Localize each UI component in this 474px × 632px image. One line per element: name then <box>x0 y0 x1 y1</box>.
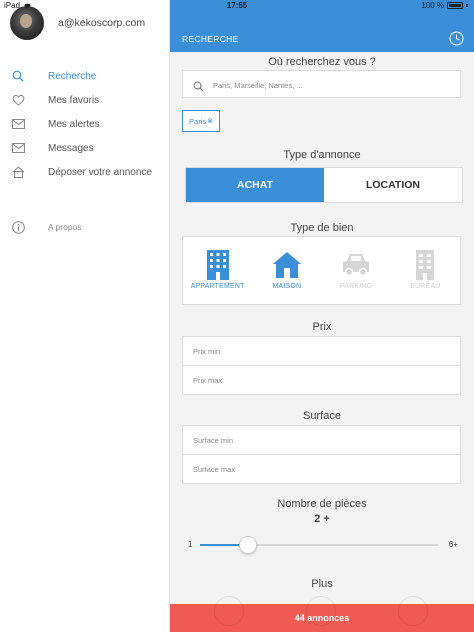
house-icon <box>11 165 25 179</box>
sidebar-item-recherche[interactable]: Recherche <box>0 64 170 88</box>
results-count: 44 annonces <box>294 613 350 623</box>
sidebar-item-label: Mes favoris <box>48 94 100 106</box>
plus-title: Plus <box>311 578 333 590</box>
building-icon <box>201 247 235 281</box>
user-email: a@kekoscorp.com <box>58 17 146 29</box>
slider-min-label: 1 <box>188 540 193 549</box>
pieces-value: 2 + <box>314 513 330 525</box>
annonce-type-segment: ACHAT LOCATION <box>185 167 463 203</box>
envelope-icon <box>11 141 25 155</box>
sidebar-item-favoris[interactable]: Mes favoris <box>0 88 170 112</box>
sidebar-item-about[interactable]: A propos <box>0 215 170 239</box>
annonce-achat-button[interactable]: ACHAT <box>186 168 324 202</box>
battery-tip <box>466 4 468 7</box>
location-search[interactable] <box>182 70 461 98</box>
sidebar: a@kekoscorp.com Recherche Mes favoris Me… <box>0 0 170 632</box>
search-icon <box>193 79 204 92</box>
pieces-slider[interactable]: 1 6+ <box>188 535 458 555</box>
page-title: RECHERCHE <box>182 34 239 44</box>
clock-icon[interactable] <box>449 31 464 46</box>
status-time: 17:55 <box>226 1 248 10</box>
results-button[interactable]: 44 annonces <box>170 596 474 632</box>
house-icon <box>270 247 304 281</box>
sidebar-item-messages[interactable]: Messages <box>0 136 170 160</box>
sidebar-item-label: Recherche <box>48 70 97 82</box>
bien-label: MAISON <box>272 283 302 290</box>
bien-label: BUREAU <box>410 283 441 290</box>
location-tag[interactable]: Paris ⊗ <box>182 110 220 132</box>
sidebar-item-label: Mes alertes <box>48 118 100 130</box>
surface-max-input[interactable] <box>183 455 460 483</box>
close-icon[interactable]: ⊗ <box>207 117 213 125</box>
status-right: 100 % <box>421 1 468 10</box>
slider-thumb[interactable] <box>238 536 257 554</box>
search-input[interactable] <box>213 76 453 94</box>
battery-level: 100 % <box>421 1 444 10</box>
bien-label: APPARTEMENT <box>190 283 245 290</box>
status-bar: iPad 17:55 100 % <box>0 0 474 12</box>
heart-icon <box>11 93 25 107</box>
surface-title: Surface <box>303 410 341 422</box>
surface-fields <box>182 425 461 484</box>
battery-icon <box>447 2 463 9</box>
surface-min-input[interactable] <box>183 426 460 454</box>
search-title: Où recherchez vous ? <box>268 56 376 68</box>
slider-track[interactable] <box>200 536 438 554</box>
annonce-location-button[interactable]: LOCATION <box>324 168 462 202</box>
bien-maison[interactable]: MAISON <box>252 237 321 304</box>
clock-icon <box>214 596 244 626</box>
sidebar-menu: Recherche Mes favoris Mes alertes Messag… <box>0 64 170 184</box>
bien-bureau[interactable]: BUREAU <box>391 237 460 304</box>
search-icon <box>11 69 25 83</box>
sidebar-item-label: Messages <box>48 142 94 154</box>
pieces-title: Nombre de pièces <box>277 498 367 510</box>
office-icon <box>408 247 442 281</box>
main-panel: RECHERCHE Où recherchez vous ? Paris ⊗ T… <box>170 0 474 632</box>
envelope-icon <box>11 117 25 131</box>
sidebar-item-alertes[interactable]: Mes alertes <box>0 112 170 136</box>
prix-min-input[interactable] <box>183 337 460 365</box>
annonce-title: Type d'annonce <box>283 149 361 161</box>
about-label: A propos <box>48 222 82 232</box>
info-icon <box>11 220 25 234</box>
prix-max-input[interactable] <box>183 366 460 394</box>
sidebar-item-label: Déposer votre annonce <box>48 166 152 178</box>
slider-max-label: 6+ <box>448 540 458 549</box>
prix-title: Prix <box>312 321 332 333</box>
location-tag-label: Paris <box>189 116 207 126</box>
car-icon <box>339 247 373 281</box>
layers-icon <box>398 596 428 626</box>
bien-parking[interactable]: PARKING <box>322 237 391 304</box>
bien-type-selector: APPARTEMENT MAISON PARKING BUREAU <box>182 236 461 305</box>
bien-appartement[interactable]: APPARTEMENT <box>183 237 252 304</box>
prix-fields <box>182 336 461 395</box>
bien-title: Type de bien <box>290 222 354 234</box>
sidebar-item-deposer[interactable]: Déposer votre annonce <box>0 160 170 184</box>
bien-label: PARKING <box>339 283 373 290</box>
